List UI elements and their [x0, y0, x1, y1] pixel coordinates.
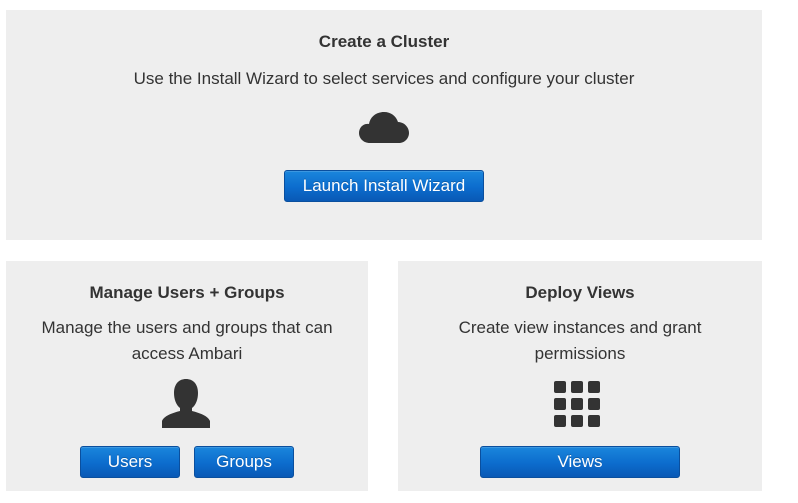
manage-users-description-line1: Manage the users and groups that can [41, 318, 333, 337]
views-button[interactable]: Views [480, 446, 680, 478]
user-icon [162, 379, 210, 428]
users-button[interactable]: Users [80, 446, 180, 478]
manage-users-description-line2: access Ambari [131, 344, 243, 363]
create-cluster-panel: Create a Cluster Use the Install Wizard … [6, 10, 762, 240]
deploy-views-panel: Deploy Views Create view instances and g… [398, 261, 762, 491]
manage-users-title: Manage Users + Groups [89, 283, 285, 302]
groups-button[interactable]: Groups [194, 446, 294, 478]
deploy-views-description-line1: Create view instances and grant [458, 318, 702, 337]
grid-icon [554, 381, 600, 427]
create-cluster-title: Create a Cluster [318, 32, 450, 51]
manage-users-panel: Manage Users + Groups Manage the users a… [6, 261, 368, 491]
deploy-views-title: Deploy Views [525, 283, 635, 302]
cloud-icon [359, 112, 409, 143]
deploy-views-description-line2: permissions [534, 344, 626, 363]
launch-install-wizard-button[interactable]: Launch Install Wizard [284, 170, 484, 202]
create-cluster-description: Use the Install Wizard to select service… [133, 69, 635, 88]
